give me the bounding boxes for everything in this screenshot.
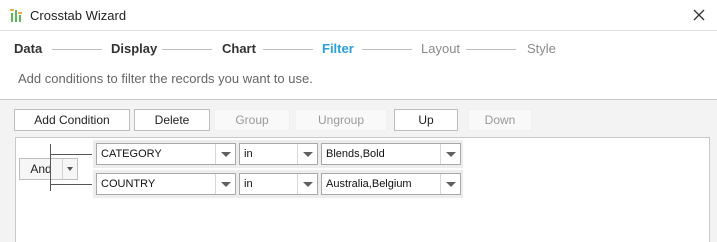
field-select-value: COUNTRY — [101, 178, 156, 190]
step-data[interactable]: Data — [14, 41, 42, 56]
chevron-down-icon[interactable] — [297, 144, 317, 164]
operator-select-value: in — [244, 148, 253, 160]
chevron-down-icon[interactable] — [215, 174, 235, 194]
delete-button[interactable]: Delete — [134, 109, 210, 131]
chevron-down-icon[interactable] — [440, 144, 460, 164]
operator-select[interactable]: in — [239, 173, 318, 195]
step-connector — [162, 49, 212, 50]
step-layout[interactable]: Layout — [421, 41, 460, 56]
field-select-value: CATEGORY — [101, 148, 162, 160]
filter-panel: Add Condition Delete Group Ungroup Up Do… — [0, 99, 717, 242]
wizard-steps: Data Display Chart Filter Layout Style A… — [0, 31, 717, 99]
window-title: Crosstab Wizard — [30, 8, 127, 23]
filter-hint: Add conditions to filter the records you… — [18, 71, 313, 86]
operator-select-value: in — [244, 178, 253, 190]
tree-connector — [50, 154, 92, 155]
up-button[interactable]: Up — [394, 109, 458, 131]
step-connector — [263, 49, 313, 50]
chevron-down-icon[interactable] — [297, 174, 317, 194]
value-select-value: Blends,Bold — [326, 148, 385, 160]
title-bar: Crosstab Wizard — [0, 0, 717, 31]
ungroup-button[interactable]: Ungroup — [295, 109, 387, 131]
value-select[interactable]: Australia,Belgium — [321, 173, 461, 195]
chevron-down-icon[interactable] — [440, 174, 460, 194]
logic-operator-dropdown[interactable]: And — [19, 158, 78, 180]
value-select-value: Australia,Belgium — [326, 178, 412, 190]
value-select[interactable]: Blends,Bold — [321, 143, 461, 165]
field-select[interactable]: COUNTRY — [96, 173, 236, 195]
operator-select[interactable]: in — [239, 143, 318, 165]
step-connector — [466, 49, 516, 50]
down-button[interactable]: Down — [468, 109, 532, 131]
condition-area: And CATEGORY in Blends,Bold COUNTRY in A… — [15, 137, 710, 242]
condition-row: COUNTRY in Australia,Belgium — [93, 170, 463, 198]
condition-row: CATEGORY in Blends,Bold — [93, 140, 463, 168]
add-condition-button[interactable]: Add Condition — [14, 109, 130, 131]
step-chart[interactable]: Chart — [222, 41, 256, 56]
logic-operator-value: And — [30, 162, 52, 176]
step-connector — [362, 49, 412, 50]
step-filter[interactable]: Filter — [322, 41, 354, 56]
chevron-down-icon[interactable] — [215, 144, 235, 164]
chevron-down-icon[interactable] — [62, 159, 77, 179]
crosstab-icon — [10, 9, 22, 22]
step-style[interactable]: Style — [527, 41, 556, 56]
tree-connector — [50, 184, 92, 185]
close-icon[interactable] — [691, 7, 707, 23]
group-button[interactable]: Group — [214, 109, 290, 131]
step-display[interactable]: Display — [111, 41, 157, 56]
step-connector — [52, 49, 102, 50]
field-select[interactable]: CATEGORY — [96, 143, 236, 165]
